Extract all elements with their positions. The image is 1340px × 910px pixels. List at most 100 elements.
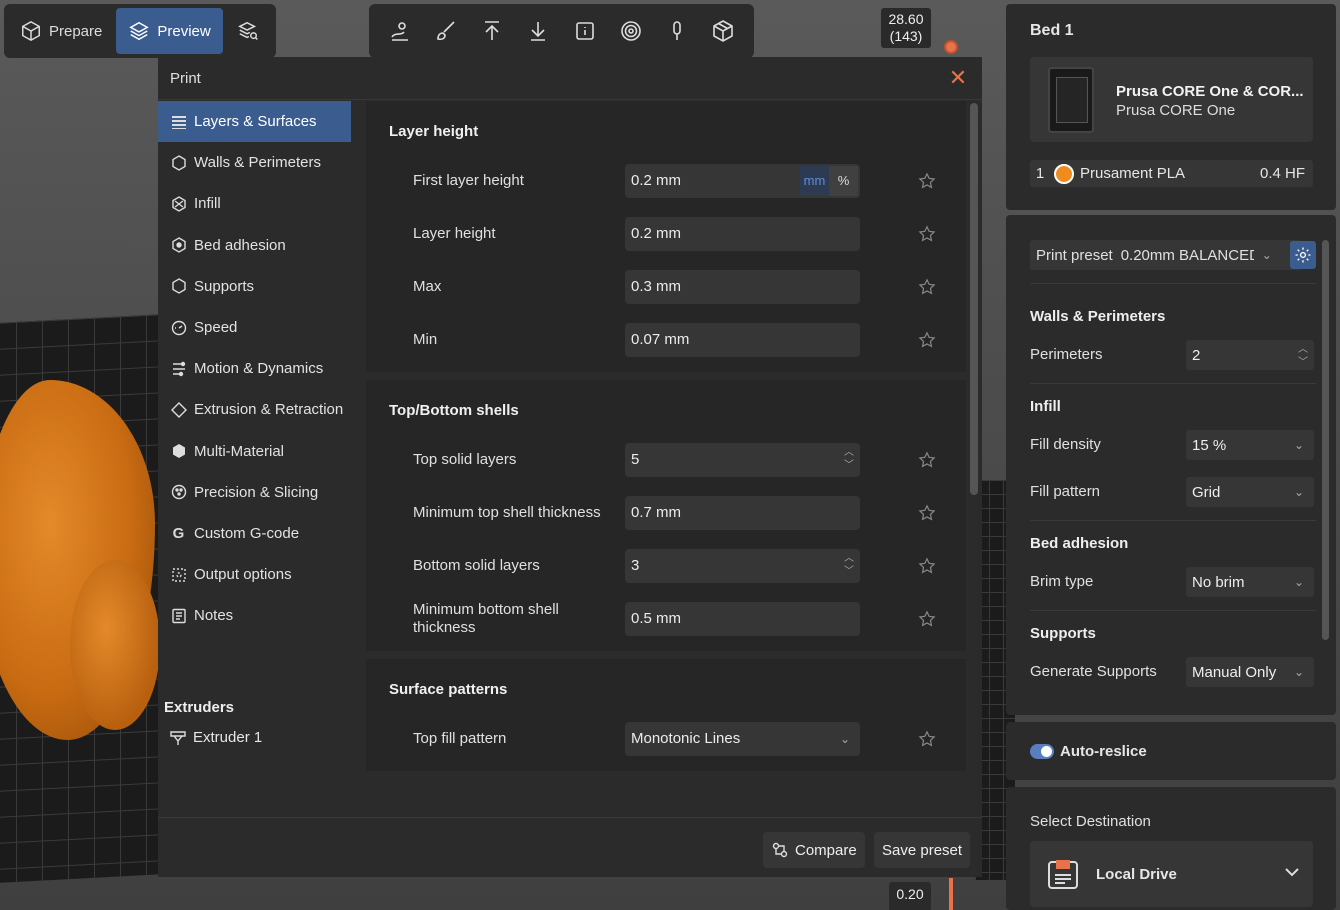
star-icon[interactable] <box>918 171 936 190</box>
panel-scrollbar[interactable] <box>1322 240 1329 640</box>
sidebar-item-custom-gcode[interactable]: G Custom G-code <box>158 513 351 554</box>
fill-density-select[interactable]: 15 % ⌄ <box>1186 430 1314 460</box>
layers-icon <box>170 113 187 130</box>
setting-label: Top solid layers <box>413 450 517 468</box>
info-tool[interactable] <box>570 16 600 46</box>
sidebar-item-notes[interactable]: Notes <box>158 595 351 636</box>
layer-inspect-tab[interactable] <box>225 8 271 54</box>
settings-sidebar: Layers & Surfaces Walls & Perimeters Inf… <box>158 101 351 817</box>
brim-type-select[interactable]: No brim ⌄ <box>1186 567 1314 597</box>
dialog-header: Print <box>158 57 982 100</box>
min-bottom-shell-input[interactable]: 0.5 mm <box>625 601 860 636</box>
chevron-down-icon[interactable]: ﹀ <box>844 565 854 578</box>
auto-orient-tool[interactable] <box>385 16 415 46</box>
settings-content: Layer height First layer height 0.2 mm m… <box>366 101 966 817</box>
filament-color-swatch <box>1054 163 1074 184</box>
setting-row-min-bottom-shell: Minimum bottom shell thickness 0.5 mm <box>366 592 966 645</box>
preset-value: 0.20mm BALANCED <box>1120 246 1254 264</box>
setting-label: Top fill pattern <box>413 729 507 747</box>
sidebar-item-walls-perimeters[interactable]: Walls & Perimeters <box>158 142 351 183</box>
multi-material-icon <box>170 443 187 460</box>
top-fill-pattern-select[interactable]: Monotonic Lines ⌄ <box>625 721 860 756</box>
field-value: 0.2 mm <box>631 172 682 189</box>
sidebar-item-precision-slicing[interactable]: Precision & Slicing <box>158 472 351 513</box>
dialog-footer: Compare Save preset <box>158 817 982 877</box>
dialog-title: Print <box>170 69 201 87</box>
save-preset-button[interactable]: Save preset <box>874 832 971 868</box>
preview-tab[interactable]: Preview <box>116 8 223 54</box>
notes-icon <box>170 607 187 624</box>
min-layer-height-input[interactable]: 0.07 mm <box>625 322 860 357</box>
content-scrollbar[interactable] <box>970 103 978 495</box>
bottom-solid-layers-stepper[interactable]: 3 ︿ ﹀ <box>625 548 860 583</box>
sidebar-item-extruder-1[interactable]: Extruder 1 <box>170 729 262 746</box>
sidebar-item-supports[interactable]: Supports <box>158 266 351 307</box>
chevron-up-icon[interactable]: ︿ <box>844 446 854 459</box>
unit-percent-button[interactable]: % <box>829 165 858 196</box>
paint-tool[interactable] <box>431 16 461 46</box>
print-settings-dialog: Print ✕ Layers & Surfaces Walls & Perime… <box>158 57 982 877</box>
sidebar-item-layers-surfaces[interactable]: Layers & Surfaces <box>158 101 351 143</box>
sidebar-item-motion-dynamics[interactable]: Motion & Dynamics <box>158 348 351 389</box>
max-layer-height-input[interactable]: 0.3 mm <box>625 269 860 304</box>
top-solid-layers-stepper[interactable]: 5 ︿ ﹀ <box>625 442 860 477</box>
infill-icon <box>170 195 187 212</box>
gcode-icon: G <box>172 524 185 542</box>
unit-mm-button[interactable]: mm <box>800 165 829 196</box>
star-icon[interactable] <box>918 277 936 296</box>
star-icon[interactable] <box>918 503 936 522</box>
fill-pattern-select[interactable]: Grid ⌄ <box>1186 477 1314 507</box>
generate-supports-select[interactable]: Manual Only ⌄ <box>1186 657 1314 687</box>
layer-slider-top-readout: 28.60 (143) <box>881 8 931 48</box>
field-value: 15 % <box>1192 436 1227 454</box>
move-up-tool[interactable] <box>477 16 507 46</box>
close-icon[interactable]: ✕ <box>946 66 970 90</box>
stepper-arrows[interactable]: ︿ ﹀ <box>1298 343 1308 369</box>
printer-card[interactable]: Prusa CORE One & COR... Prusa CORE One <box>1030 57 1313 142</box>
layers-stack-icon <box>129 21 150 41</box>
field-value: 3 <box>631 557 640 574</box>
stepper-arrows[interactable]: ︿ ﹀ <box>844 446 854 472</box>
print-preset-select[interactable]: Print preset 0.20mm BALANCED ⌄ <box>1030 240 1302 270</box>
chevron-up-icon[interactable]: ︿ <box>1298 343 1308 356</box>
star-icon[interactable] <box>918 330 936 349</box>
seam-tool[interactable] <box>616 16 646 46</box>
stepper-arrows[interactable]: ︿ ﹀ <box>844 552 854 578</box>
sidebar-item-infill[interactable]: Infill <box>158 183 351 224</box>
star-icon[interactable] <box>918 556 936 575</box>
field-value: 5 <box>631 451 640 468</box>
layer-slider-track[interactable] <box>949 878 953 910</box>
compare-button[interactable]: Compare <box>763 832 865 868</box>
filament-row[interactable]: 1 Prusament PLA 0.4 HF <box>1030 160 1313 187</box>
preview-label: Preview <box>157 22 211 40</box>
chevron-down-icon[interactable]: ﹀ <box>844 459 854 472</box>
first-layer-height-input[interactable]: 0.2 mm mm % <box>625 163 860 198</box>
layer-slider-handle[interactable] <box>944 40 958 54</box>
perimeters-stepper[interactable]: 2 ︿ ﹀ <box>1186 340 1314 370</box>
setting-row-layer-height: Layer height 0.2 mm <box>366 207 966 260</box>
sidebar-item-label: Notes <box>194 607 234 625</box>
destination-select[interactable]: Local Drive <box>1030 841 1313 907</box>
preset-settings-button[interactable] <box>1290 241 1316 269</box>
sidebar-item-output-options[interactable]: Output options <box>158 554 351 595</box>
star-icon[interactable] <box>918 450 936 469</box>
sidebar-item-label: Infill <box>194 195 221 213</box>
nozzle-tool[interactable] <box>662 16 692 46</box>
star-icon[interactable] <box>918 729 936 748</box>
prepare-tab[interactable]: Prepare <box>8 8 114 54</box>
sidebar-item-label: Supports <box>194 277 255 295</box>
sidebar-item-extrusion-retraction[interactable]: Extrusion & Retraction <box>158 389 351 430</box>
star-icon[interactable] <box>918 224 936 243</box>
chevron-up-icon[interactable]: ︿ <box>844 552 854 565</box>
layer-height-input[interactable]: 0.2 mm <box>625 216 860 251</box>
view-cube-tool[interactable] <box>708 16 738 46</box>
bottom-height-value: 0.20 <box>896 886 924 902</box>
star-icon[interactable] <box>918 609 936 628</box>
chevron-down-icon[interactable]: ﹀ <box>1298 356 1308 369</box>
min-top-shell-input[interactable]: 0.7 mm <box>625 495 860 530</box>
sidebar-item-multi-material[interactable]: Multi-Material <box>158 431 351 472</box>
auto-reslice-toggle[interactable] <box>1030 744 1054 759</box>
sidebar-item-bed-adhesion[interactable]: Bed adhesion <box>158 225 351 266</box>
sidebar-item-speed[interactable]: Speed <box>158 307 351 348</box>
move-down-tool[interactable] <box>523 16 553 46</box>
